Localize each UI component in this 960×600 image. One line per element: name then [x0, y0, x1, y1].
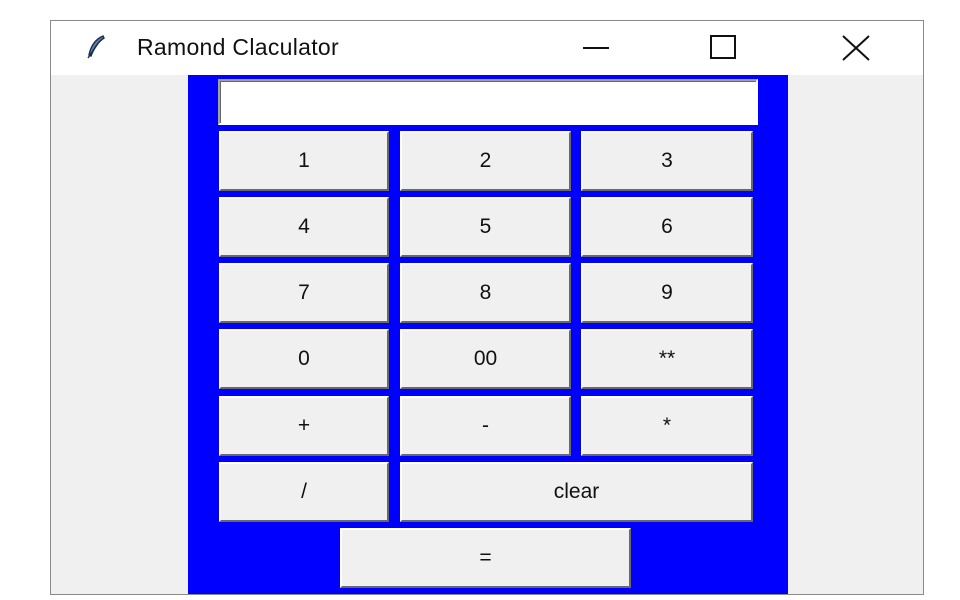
button-6[interactable]: 6	[581, 197, 753, 257]
maximize-button[interactable]	[688, 21, 758, 75]
client-area: 1 2 3 4 5 6 7 8 9 0 00 ** + - * / clear …	[51, 75, 923, 594]
button-divide[interactable]: /	[219, 462, 389, 522]
button-4[interactable]: 4	[219, 197, 389, 257]
button-9[interactable]: 9	[581, 263, 753, 323]
button-minus[interactable]: -	[400, 396, 571, 456]
display-entry[interactable]	[218, 79, 758, 125]
button-1[interactable]: 1	[219, 131, 389, 191]
window-title: Ramond Claculator	[137, 34, 339, 60]
button-0[interactable]: 0	[219, 329, 389, 389]
button-8[interactable]: 8	[400, 263, 571, 323]
clear-button[interactable]: clear	[400, 462, 753, 522]
equals-button[interactable]: =	[340, 528, 631, 588]
title-bar[interactable]: Ramond Claculator	[51, 21, 923, 75]
calculator-panel: 1 2 3 4 5 6 7 8 9 0 00 ** + - * / clear …	[188, 75, 788, 594]
button-plus[interactable]: +	[219, 396, 389, 456]
feather-icon	[83, 33, 111, 61]
button-00[interactable]: 00	[400, 329, 571, 389]
close-button[interactable]	[819, 21, 889, 75]
minimize-button[interactable]	[561, 21, 631, 75]
button-7[interactable]: 7	[219, 263, 389, 323]
button-3[interactable]: 3	[581, 131, 753, 191]
calculator-window: Ramond Claculator 1 2 3 4 5 6 7 8 9 0 00…	[50, 20, 924, 595]
button-multiply[interactable]: *	[581, 396, 753, 456]
button-5[interactable]: 5	[400, 197, 571, 257]
button-2[interactable]: 2	[400, 131, 571, 191]
button-power[interactable]: **	[581, 329, 753, 389]
